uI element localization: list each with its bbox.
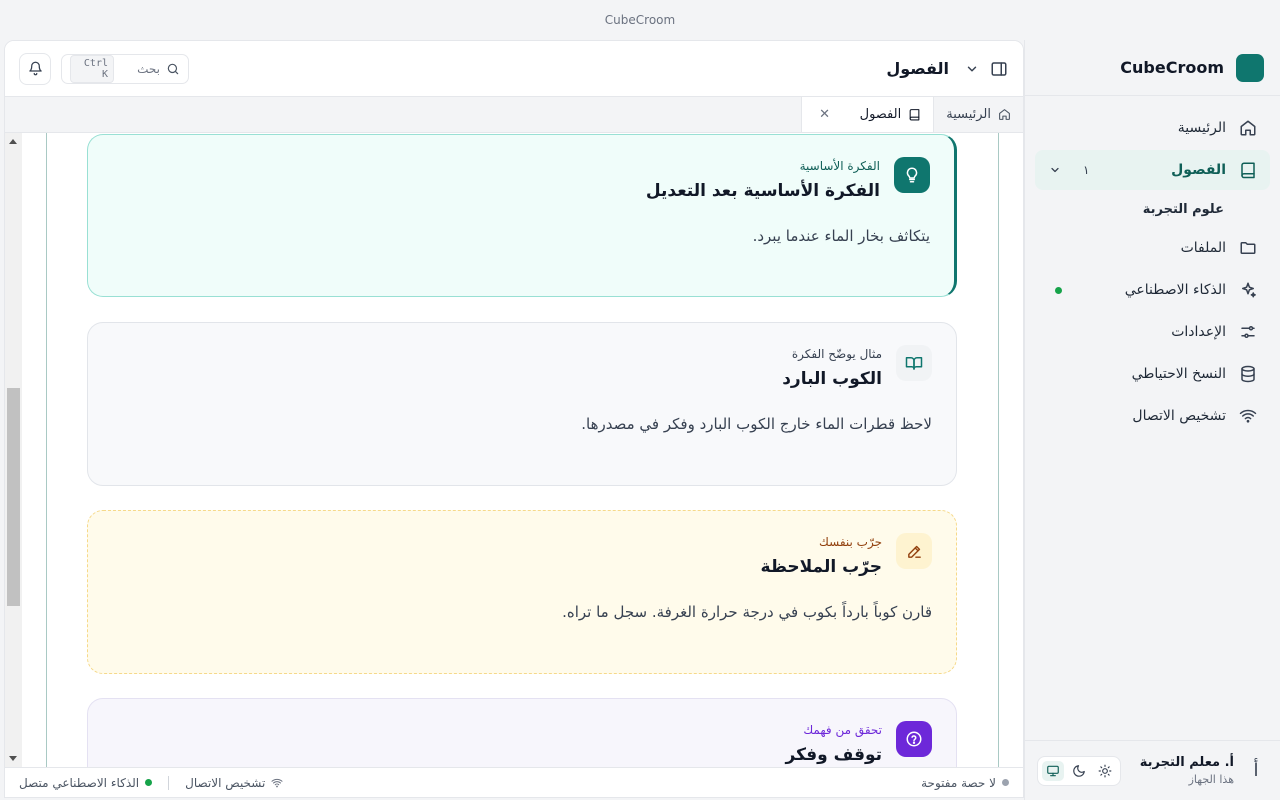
- idea-card: الفكرة الأساسية الفكرة الأساسية بعد التع…: [87, 134, 957, 297]
- ai-status-dot: [145, 779, 153, 786]
- scroll-up-icon[interactable]: [9, 139, 17, 144]
- moon-icon[interactable]: [1068, 761, 1090, 781]
- connection-diagnostics-link[interactable]: تشخيص الاتصال: [185, 776, 283, 790]
- sidebar-item-label: الرئيسية: [1177, 120, 1226, 136]
- classes-count: ١: [1083, 163, 1090, 177]
- ai-status: الذكاء الاصطناعي متصل: [19, 775, 153, 790]
- home-icon: [1238, 118, 1258, 138]
- tab-label: الفصول: [859, 107, 902, 122]
- session-status-dot: [1002, 779, 1009, 786]
- card-body: قارن كوباً بارداً بكوب في درجة حرارة الغ…: [562, 603, 932, 621]
- card-kicker: مثال يوضّح الفكرة: [791, 347, 882, 361]
- session-status: لا حصة مفتوحة: [921, 776, 1009, 790]
- wifi-icon: [1238, 406, 1258, 426]
- chevron-down-icon[interactable]: [963, 61, 979, 77]
- user-device: هذا الجهاز: [1188, 773, 1234, 786]
- book-icon: [907, 108, 921, 122]
- sidebar-item-label: الملفات: [1180, 240, 1226, 256]
- sidebar-item-backup[interactable]: النسخ الاحتياطي: [1035, 354, 1270, 394]
- content-area: الفكرة الأساسية الفكرة الأساسية بعد التع…: [5, 133, 1023, 797]
- card-body: لاحظ قطرات الماء خارج الكوب البارد وفكر …: [581, 415, 932, 433]
- connection-diagnostics-label: تشخيص الاتصال: [185, 775, 266, 790]
- search-shortcut: Ctrl K: [70, 54, 114, 83]
- tab-classes[interactable]: الفصول ✕: [800, 97, 934, 132]
- card-kicker: الفكرة الأساسية: [799, 159, 880, 173]
- user-info: أ. معلم التجربة هذا الجهاز: [1131, 755, 1234, 786]
- monitor-icon[interactable]: [1042, 760, 1064, 781]
- tab-home[interactable]: الرئيسية: [933, 97, 1023, 132]
- scroll-down-icon[interactable]: [9, 756, 17, 761]
- tab-bar: الرئيسية الفصول ✕: [5, 97, 1023, 133]
- open-book-icon: [896, 345, 932, 381]
- sliders-icon: [1238, 322, 1258, 342]
- home-icon: [997, 108, 1011, 122]
- ai-status-dot: [1055, 286, 1062, 294]
- sidebar-item-settings[interactable]: الإعدادات: [1035, 312, 1270, 352]
- card-kicker: جرّب بنفسك: [819, 535, 882, 549]
- question-icon: [896, 721, 932, 757]
- search-box[interactable]: Ctrl K: [61, 53, 189, 84]
- session-status-label: لا حصة مفتوحة: [921, 775, 996, 790]
- brand-name: CubeCroom: [1120, 58, 1224, 77]
- card-title: جرّب الملاحظة: [760, 557, 882, 577]
- close-icon[interactable]: ✕: [818, 107, 832, 122]
- main-panel: الفصول Ctrl K الرئيسية الفصول: [4, 40, 1024, 798]
- bell-icon: [28, 61, 43, 76]
- sun-icon[interactable]: [1094, 761, 1116, 781]
- example-card: مثال يوضّح الفكرة الكوب البارد لاحظ قطرا…: [87, 322, 957, 486]
- sidebar-nav: الرئيسية الفصول ١ علوم التجربة الملفات ا…: [1025, 96, 1280, 448]
- sidebar-item-home[interactable]: الرئيسية: [1035, 108, 1270, 148]
- brand-logo: [1236, 53, 1264, 82]
- sidebar-subitem-class[interactable]: علوم التجربة: [1035, 192, 1270, 226]
- search-input[interactable]: [120, 61, 160, 76]
- database-icon: [1238, 364, 1258, 384]
- sparkles-icon: [1238, 280, 1258, 300]
- try-card: جرّب بنفسك جرّب الملاحظة قارن كوباً بارد…: [87, 510, 957, 674]
- page-title: الفصول: [886, 59, 949, 78]
- ai-status-label: الذكاء الاصطناعي متصل: [19, 775, 140, 790]
- window-title: CubeCroom: [0, 0, 1280, 40]
- brand: CubeCroom: [1025, 40, 1280, 96]
- sidebar-item-label: الفصول: [1171, 162, 1226, 178]
- card-title: الكوب البارد: [782, 369, 882, 389]
- chevron-down-icon[interactable]: [1047, 163, 1061, 177]
- sidebar-item-label: النسخ الاحتياطي: [1131, 366, 1226, 382]
- tab-label: الرئيسية: [946, 107, 991, 122]
- avatar[interactable]: أ: [1244, 760, 1268, 781]
- user-panel: أ أ. معلم التجربة هذا الجهاز: [1025, 740, 1280, 800]
- user-name: أ. معلم التجربة: [1139, 755, 1234, 770]
- theme-switch: [1037, 755, 1121, 786]
- sidebar-item-ai[interactable]: الذكاء الاصطناعي: [1035, 270, 1270, 310]
- sidebar-item-files[interactable]: الملفات: [1035, 228, 1270, 268]
- sidebar-item-diagnostics[interactable]: تشخيص الاتصال: [1035, 396, 1270, 436]
- card-title: توقف وفكر: [785, 745, 883, 765]
- wifi-icon: [271, 777, 283, 789]
- sidebar-toggle-icon[interactable]: [989, 59, 1009, 79]
- topbar: الفصول Ctrl K: [5, 41, 1023, 97]
- card-body: يتكاثف بخار الماء عندما يبرد.: [752, 227, 930, 245]
- lightbulb-icon: [894, 157, 930, 193]
- status-bar: لا حصة مفتوحة تشخيص الاتصال الذكاء الاصط…: [5, 767, 1023, 797]
- sidebar: CubeCroom الرئيسية الفصول ١ علوم التجربة…: [1024, 40, 1280, 800]
- sidebar-item-label: الذكاء الاصطناعي: [1124, 282, 1226, 298]
- pencil-icon: [896, 533, 932, 569]
- card-title: الفكرة الأساسية بعد التعديل: [645, 181, 880, 201]
- scrollbar[interactable]: [5, 133, 22, 767]
- scrollbar-thumb[interactable]: [7, 388, 20, 606]
- notifications-button[interactable]: [19, 52, 51, 85]
- card-kicker: تحقق من فهمك: [803, 723, 882, 737]
- sidebar-item-label: تشخيص الاتصال: [1132, 408, 1226, 424]
- sidebar-item-classes[interactable]: الفصول ١: [1035, 150, 1270, 190]
- search-icon: [166, 62, 180, 76]
- sidebar-item-label: الإعدادات: [1171, 324, 1226, 340]
- folder-icon: [1238, 238, 1258, 258]
- book-icon: [1238, 160, 1258, 180]
